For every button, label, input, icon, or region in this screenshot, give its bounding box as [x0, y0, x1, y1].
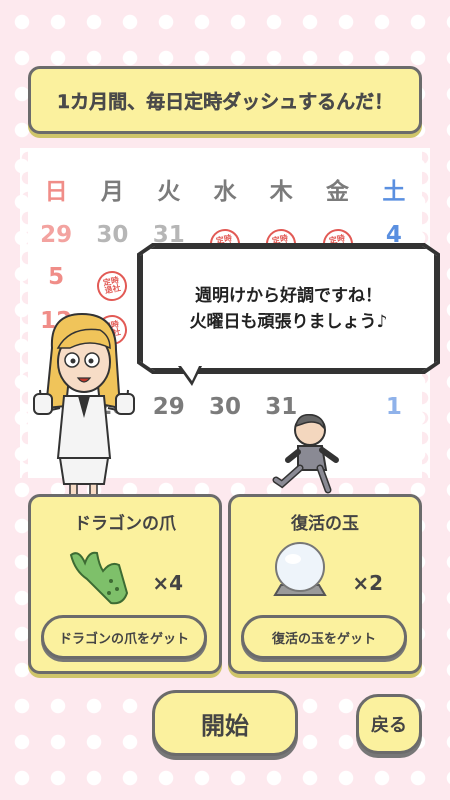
day-cell: 29	[152, 394, 185, 420]
item-title: ドラゴンの爪	[74, 514, 176, 534]
back-button[interactable]: 戻る	[356, 694, 422, 754]
item-panel-dragon-claw: ドラゴンの爪 ×4 ドラゴンの爪をゲット	[28, 494, 222, 674]
weekday-sun: 日	[44, 179, 68, 205]
secretary-character	[33, 312, 135, 514]
day-cell-stamped: 定時退社	[84, 264, 140, 304]
running-man-character	[272, 413, 339, 494]
speech-bubble: 週明けから好調ですね！ 火曜日も頑張りましょう♪	[140, 246, 437, 371]
weekday-tue: 火	[157, 179, 181, 205]
dialog-line-1: 週明けから好調ですね！	[195, 285, 382, 306]
get-revival-orb-button[interactable]: 復活の玉をゲット	[241, 615, 407, 659]
item-title: 復活の玉	[291, 514, 359, 534]
weekday-header: 日 月 火 水 木 金 土	[28, 172, 422, 206]
weekday-thu: 木	[269, 179, 293, 205]
crystal-ball-icon	[273, 542, 327, 596]
dragon-claw-icon	[69, 551, 129, 605]
item-count: ×4	[152, 571, 183, 595]
item-panel-revival-orb: 復活の玉 ×2 復活の玉をゲット	[228, 494, 422, 674]
weekday-wed: 水	[213, 179, 237, 205]
item-count: ×2	[352, 571, 383, 595]
day-cell: 1	[385, 394, 402, 420]
dialog-line-2: 火曜日も頑張りましょう♪	[189, 311, 388, 332]
weekday-sat: 土	[382, 179, 406, 205]
mission-text: 1カ月間、毎日定時ダッシュするんだ！	[56, 90, 394, 113]
bubble-tail-inner	[181, 366, 199, 381]
day-cell: 29	[40, 222, 73, 248]
mission-banner: 1カ月間、毎日定時ダッシュするんだ！	[28, 66, 422, 134]
day-cell: 30	[96, 222, 129, 248]
teiji-stamp-icon: 定時退社	[94, 268, 131, 304]
day-cell: 30	[208, 394, 241, 420]
day-cell: 5	[48, 264, 65, 290]
start-button[interactable]: 開始	[152, 690, 298, 756]
get-dragon-claw-button[interactable]: ドラゴンの爪をゲット	[41, 615, 207, 659]
weekday-fri: 金	[326, 179, 350, 205]
weekday-mon: 月	[100, 179, 124, 205]
